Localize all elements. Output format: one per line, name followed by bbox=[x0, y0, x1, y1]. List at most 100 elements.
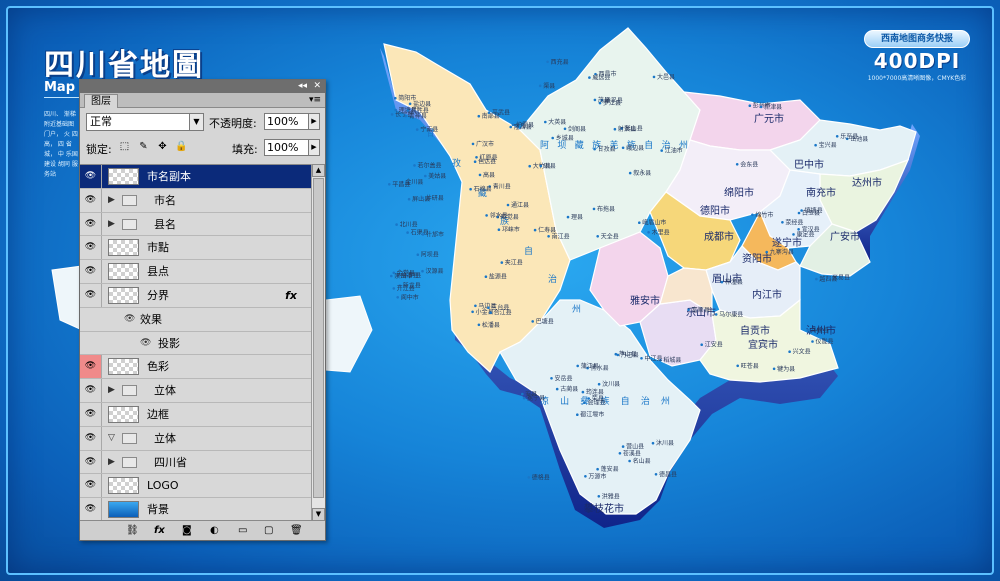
city-label[interactable]: 宜宾市 bbox=[748, 338, 778, 351]
lock-transparency-icon[interactable]: ⬚ bbox=[118, 140, 131, 154]
lock-all-icon[interactable]: 🔒 bbox=[175, 140, 188, 154]
city-label[interactable]: 巴中市 bbox=[794, 158, 824, 171]
layer-row[interactable]: 👁 ▶ 市名 bbox=[80, 188, 311, 213]
chevron-down-icon[interactable]: ▼ bbox=[189, 114, 203, 130]
city-label[interactable]: 广元市 bbox=[754, 112, 784, 125]
blend-mode-value: 正常 bbox=[90, 115, 112, 128]
chevron-right-icon[interactable]: ▶ bbox=[108, 451, 115, 474]
eye-icon[interactable]: 👁 bbox=[80, 212, 102, 236]
layer-row[interactable]: 👁 市名副本 bbox=[80, 165, 311, 189]
eye-icon[interactable]: 👁 bbox=[80, 379, 102, 402]
add-style-icon[interactable]: fx bbox=[154, 523, 165, 538]
scroll-up-icon[interactable]: ▲ bbox=[312, 164, 325, 177]
collapse-panel-icon[interactable]: ◂◂ bbox=[298, 80, 307, 93]
city-label[interactable]: 资阳市 bbox=[742, 252, 772, 265]
eye-icon[interactable]: 👁 bbox=[80, 236, 102, 260]
eye-icon[interactable]: 👁 bbox=[80, 450, 102, 474]
chevron-right-icon[interactable]: ▶ bbox=[108, 379, 115, 402]
new-group-icon[interactable]: ▭ bbox=[238, 523, 247, 538]
chevron-right-icon[interactable]: ▶ bbox=[108, 213, 115, 236]
county-dot bbox=[421, 269, 424, 273]
eye-icon[interactable]: 👁 bbox=[80, 474, 102, 498]
county-dot bbox=[544, 120, 547, 124]
layer-row[interactable]: 👁👁效果 bbox=[80, 307, 311, 332]
layer-row[interactable]: 👁 背景 bbox=[80, 498, 311, 521]
add-mask-icon[interactable]: ◙ bbox=[182, 523, 192, 538]
county-label: 射洪县 bbox=[618, 125, 636, 133]
city-label[interactable]: 南充市 bbox=[806, 186, 836, 199]
panel-titlebar[interactable]: ◂◂ ✕ bbox=[80, 80, 325, 93]
county-label: 仪陇县 bbox=[816, 338, 834, 346]
county-label: 新津县 bbox=[764, 103, 782, 111]
eye-icon[interactable]: 👁 bbox=[80, 283, 102, 307]
fill-input[interactable]: 100% bbox=[264, 139, 310, 156]
layer-row[interactable]: 👁 ▶ 四川省 bbox=[80, 450, 311, 475]
county-dot bbox=[593, 147, 596, 151]
tab-layers[interactable]: 图层 bbox=[84, 94, 118, 108]
lock-pixels-icon[interactable]: ✎ bbox=[137, 140, 150, 154]
county-dot bbox=[660, 149, 663, 152]
county-label: 威远县 bbox=[592, 74, 610, 82]
layers-panel[interactable]: ◂◂ ✕ 图层 ▾≡ 正常 ▼ 不透明度: 100% ▶ 锁定: ⬚ ✎ ✥ 🔒… bbox=[79, 79, 326, 541]
city-label[interactable]: 自贡市 bbox=[740, 324, 770, 337]
layer-row[interactable]: 👁 分界 fx bbox=[80, 283, 311, 308]
layer-row[interactable]: 👁 色彩 bbox=[80, 355, 311, 380]
eye-icon[interactable]: 👁 bbox=[124, 308, 135, 331]
layer-list-scrollbar[interactable]: ▲ ▼ bbox=[311, 164, 325, 521]
city-label[interactable]: 雅安市 bbox=[630, 294, 660, 307]
layer-row[interactable]: 👁 边框 bbox=[80, 402, 311, 427]
layer-row[interactable]: 👁 LOGO bbox=[80, 474, 311, 499]
county-label: 西充县 bbox=[551, 58, 569, 66]
layer-row[interactable]: 👁 县点 bbox=[80, 260, 311, 284]
city-label[interactable]: 广安市 bbox=[830, 230, 860, 243]
city-label[interactable]: 内江市 bbox=[752, 288, 782, 301]
fill-stepper-icon[interactable]: ▶ bbox=[308, 139, 320, 156]
county-label: 红原县 bbox=[480, 153, 498, 161]
layer-list[interactable]: 👁市名副本👁▶市名👁▶县名👁市點👁县点👁分界fx👁👁效果👁👁投影👁色彩👁▶立体👁… bbox=[80, 164, 311, 521]
city-label[interactable]: 成都市 bbox=[704, 230, 734, 243]
lock-fill-row: 锁定: ⬚ ✎ ✥ 🔒 填充: 100% ▶ bbox=[80, 138, 325, 160]
blend-mode-select[interactable]: 正常 ▼ bbox=[86, 113, 204, 131]
close-panel-icon[interactable]: ✕ bbox=[313, 80, 321, 93]
county-label: 石棉县 bbox=[474, 185, 492, 193]
city-label[interactable]: 德阳市 bbox=[700, 204, 730, 217]
city-label[interactable]: 攀枝花市 bbox=[584, 502, 624, 515]
eye-icon[interactable]: 👁 bbox=[80, 355, 102, 379]
panel-menu-icon[interactable]: ▾≡ bbox=[309, 93, 321, 108]
eye-icon[interactable]: 👁 bbox=[80, 402, 102, 426]
county-dot bbox=[487, 111, 491, 114]
county-label: 美姑县 bbox=[428, 172, 446, 180]
layer-row[interactable]: 👁 ▶ 立体 bbox=[80, 379, 311, 403]
eye-icon[interactable]: 👁 bbox=[80, 498, 102, 521]
county-dot bbox=[814, 143, 817, 147]
county-label: 会东县 bbox=[740, 160, 758, 168]
eye-icon[interactable]: 👁 bbox=[80, 260, 102, 283]
opacity-stepper-icon[interactable]: ▶ bbox=[308, 113, 320, 130]
layer-effects-icon[interactable]: fx bbox=[285, 284, 297, 307]
lock-position-icon[interactable]: ✥ bbox=[156, 140, 169, 154]
layer-row[interactable]: 👁 市點 bbox=[80, 236, 311, 261]
new-layer-icon[interactable]: ▢ bbox=[264, 523, 273, 538]
eye-icon[interactable]: 👁 bbox=[80, 426, 102, 450]
chevron-down-icon[interactable]: ▽ bbox=[108, 427, 115, 450]
county-dot bbox=[596, 467, 599, 471]
eye-icon[interactable]: 👁 bbox=[80, 165, 102, 188]
link-layers-icon[interactable]: ⛓ bbox=[126, 523, 139, 538]
county-label: 北川县 bbox=[400, 221, 418, 229]
eye-icon[interactable]: 👁 bbox=[140, 332, 151, 355]
chevron-right-icon[interactable]: ▶ bbox=[108, 189, 115, 212]
delete-layer-icon[interactable]: 🗑 bbox=[290, 523, 303, 538]
county-dot bbox=[736, 364, 739, 368]
layer-row[interactable]: 👁👁投影 bbox=[80, 331, 311, 356]
eye-icon[interactable]: 👁 bbox=[80, 188, 102, 212]
layer-row[interactable]: 👁 ▶ 县名 bbox=[80, 212, 311, 237]
opacity-input[interactable]: 100% bbox=[264, 113, 310, 130]
city-label[interactable]: 绵阳市 bbox=[724, 186, 754, 199]
scroll-thumb[interactable] bbox=[313, 178, 324, 498]
county-dot bbox=[469, 187, 472, 191]
adjustment-layer-icon[interactable]: ◐ bbox=[210, 523, 219, 538]
layer-row[interactable]: 👁 ▽ 立体 bbox=[80, 426, 311, 451]
city-label[interactable]: 达州市 bbox=[852, 176, 882, 189]
county-label: 马尔康县 bbox=[719, 310, 743, 318]
county-label: 开江县 bbox=[397, 285, 415, 292]
